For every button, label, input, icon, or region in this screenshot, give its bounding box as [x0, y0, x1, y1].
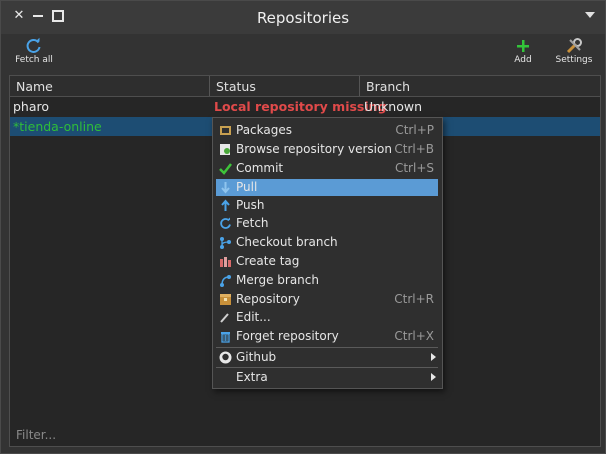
menu-item-edit[interactable]: Edit... [216, 309, 438, 326]
menu-item-shortcut: Ctrl+X [394, 329, 434, 343]
menu-item-fetch[interactable]: Fetch [216, 215, 438, 232]
push-icon [221, 199, 230, 211]
tag-icon [220, 257, 231, 267]
toolbar: Fetch all Add Settings [1, 34, 605, 74]
tools-icon [566, 38, 582, 54]
refresh-icon [26, 37, 41, 53]
menu-item-label: Github [236, 350, 277, 364]
menu-item-checkout-branch[interactable]: Checkout branch [216, 234, 438, 251]
menu-item-packages[interactable]: Packages Ctrl+P [216, 122, 438, 139]
merge-icon [220, 275, 231, 287]
browse-icon [220, 144, 230, 155]
menu-item-label: Repository [236, 292, 300, 306]
menu-item-forget-repository[interactable]: Forget repository Ctrl+X [216, 328, 438, 345]
submenu-arrow-icon [431, 353, 436, 361]
menu-item-create-tag[interactable]: Create tag [216, 253, 438, 270]
menu-item-shortcut: Ctrl+S [394, 161, 434, 175]
menu-item-shortcut: Ctrl+B [394, 142, 434, 156]
package-icon [220, 126, 231, 135]
settings-label: Settings [555, 55, 593, 65]
menu-item-label: Push [236, 198, 265, 212]
fetch-icon [220, 217, 231, 229]
trash-icon [221, 332, 230, 343]
column-header-branch[interactable]: Branch [360, 76, 600, 96]
menu-item-label: Packages [236, 123, 292, 137]
repo-name: *tienda-online [13, 119, 102, 134]
menu-item-pull[interactable]: Pull [216, 179, 438, 196]
menu-item-merge-branch[interactable]: Merge branch [216, 272, 438, 289]
menu-item-shortcut: Ctrl+P [395, 123, 434, 137]
menu-item-label: Commit [236, 161, 284, 175]
menu-item-label: Browse repository version [236, 142, 392, 156]
window-title: Repositories [256, 9, 350, 27]
menu-item-push[interactable]: Push [216, 197, 438, 214]
context-menu: Packages Ctrl+P Browse repository versio… [212, 117, 443, 389]
fetch-all-label: Fetch all [15, 55, 53, 65]
menu-item-repository[interactable]: Repository Ctrl+R [216, 291, 438, 308]
filter-input[interactable]: Filter... [16, 428, 56, 442]
submenu-arrow-icon [431, 373, 436, 381]
menu-item-shortcut: Ctrl+R [394, 292, 434, 306]
pull-icon [221, 182, 230, 194]
window-menu-icon[interactable] [585, 12, 595, 18]
menu-item-label: Extra [236, 370, 268, 384]
menu-item-browse-version[interactable]: Browse repository version Ctrl+B [216, 141, 438, 158]
menu-item-label: Checkout branch [236, 235, 338, 249]
menu-item-label: Edit... [236, 310, 271, 324]
edit-icon [220, 313, 229, 323]
repositories-window: ✕ Repositories Fetch all Add Settings Na… [0, 0, 606, 454]
menu-separator [216, 367, 438, 368]
menu-item-extra[interactable]: Extra [216, 369, 438, 386]
settings-button[interactable]: Settings [552, 37, 596, 65]
menu-item-label: Pull [236, 180, 258, 194]
add-button[interactable]: Add [506, 37, 540, 65]
menu-item-label: Create tag [236, 254, 300, 268]
check-icon [219, 163, 232, 175]
title-bar: ✕ Repositories [1, 1, 605, 34]
menu-separator [216, 347, 438, 348]
repo-name: pharo [13, 99, 50, 114]
menu-item-github[interactable]: Github [216, 349, 438, 366]
fetch-all-button[interactable]: Fetch all [11, 37, 57, 65]
column-header-status[interactable]: Status [210, 76, 360, 96]
menu-item-commit[interactable]: Commit Ctrl+S [216, 160, 438, 177]
table-row[interactable]: pharo Local repository missing Unknown [10, 97, 600, 116]
menu-item-label: Merge branch [236, 273, 319, 287]
menu-item-label: Forget repository [236, 329, 339, 343]
column-header-name[interactable]: Name [10, 76, 210, 96]
menu-item-label: Fetch [236, 216, 269, 230]
table-header: Name Status Branch [10, 76, 600, 97]
repo-branch: Unknown [364, 99, 423, 114]
add-label: Add [514, 55, 532, 65]
branch-icon [220, 237, 231, 249]
github-icon [219, 351, 232, 364]
repository-icon [220, 294, 231, 305]
plus-icon [517, 40, 529, 52]
